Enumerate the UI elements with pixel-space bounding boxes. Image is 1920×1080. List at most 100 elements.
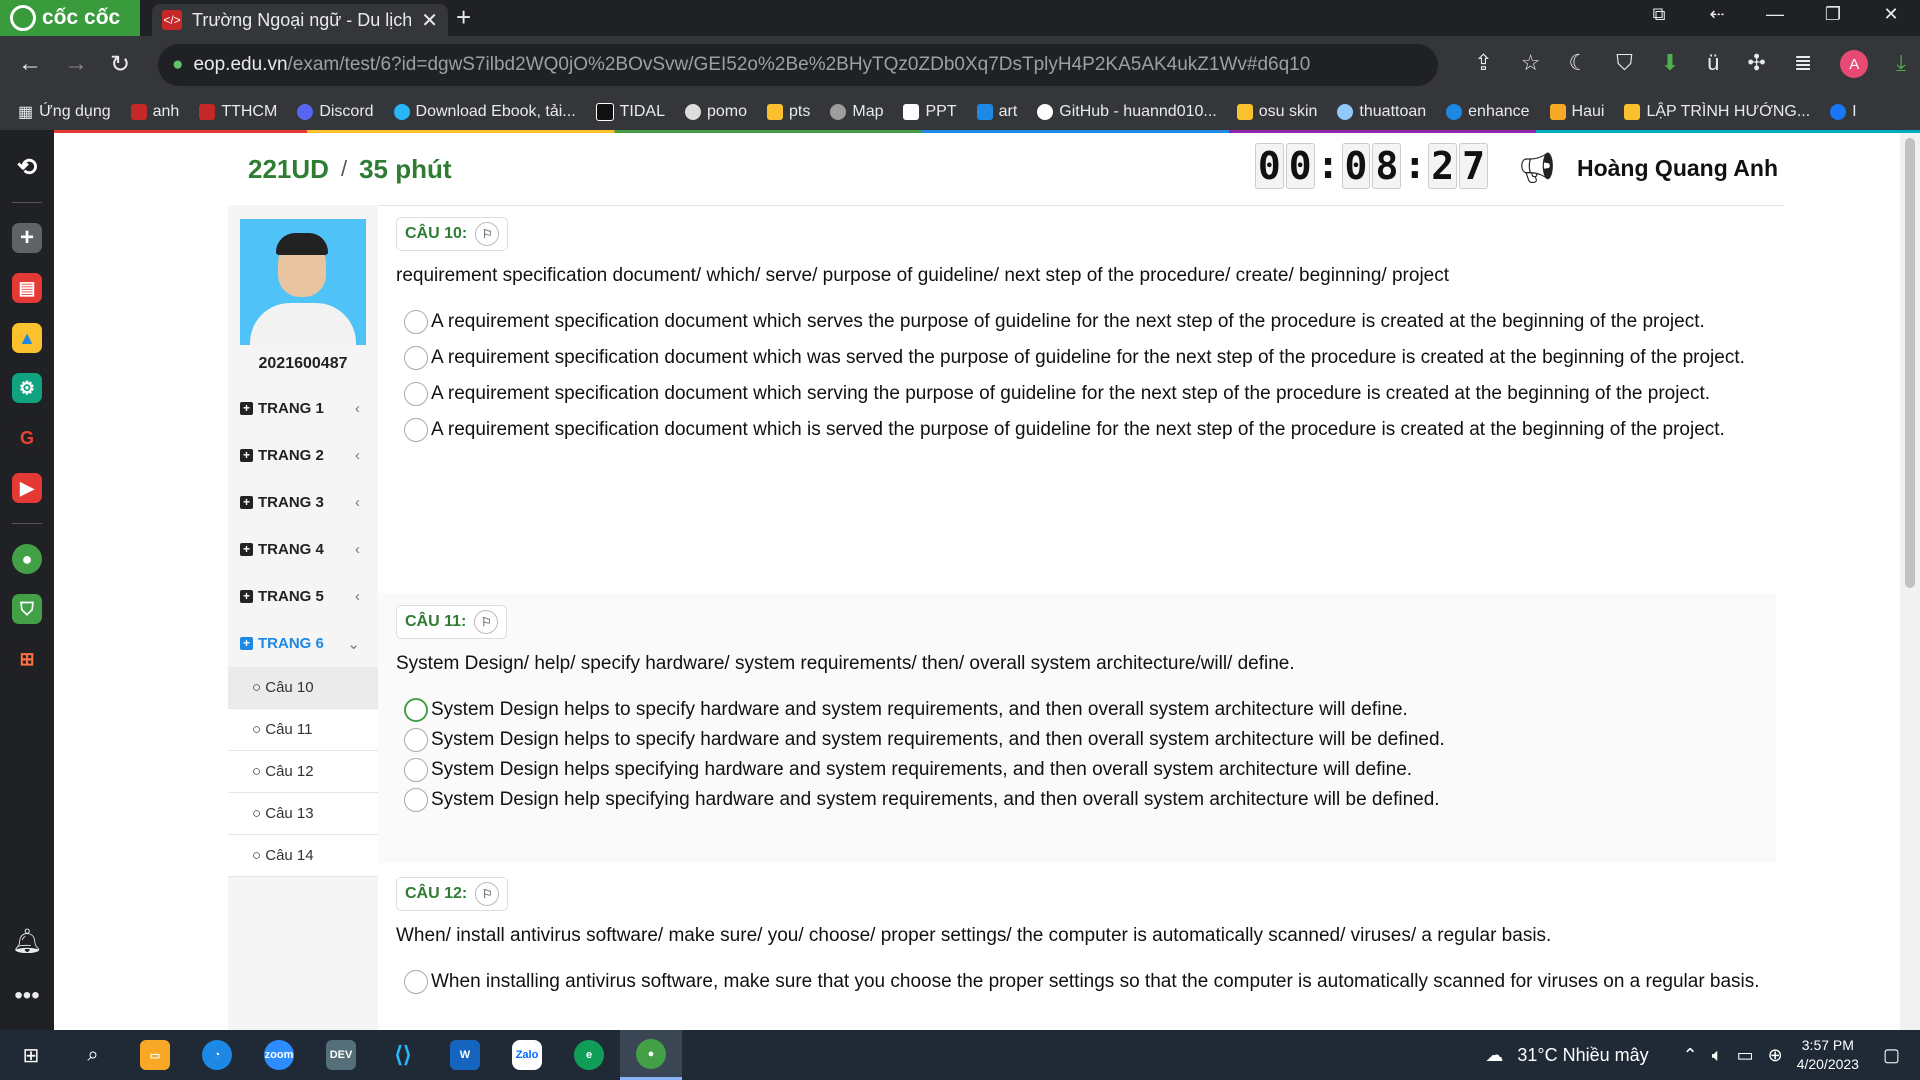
bookmark-item[interactable]: LẬP TRÌNH HƯỚNG...	[1624, 103, 1810, 121]
question-link[interactable]: ○ Câu 11	[228, 709, 378, 751]
drive-app-icon[interactable]: ▲	[12, 323, 42, 353]
page-item[interactable]: + TRANG 4 ‹	[228, 526, 378, 573]
radio-button[interactable]	[404, 787, 428, 812]
taskbar-app[interactable]: Zalo	[496, 1030, 558, 1080]
bookmark-item[interactable]: thuattoan	[1337, 103, 1426, 121]
taskbar-app-active[interactable]: ●	[620, 1030, 682, 1080]
notification-center-icon[interactable]: ▢	[1883, 1045, 1900, 1066]
new-tab-button[interactable]: +	[456, 2, 471, 33]
more-icon[interactable]: •••	[14, 982, 39, 1010]
bookmark-item[interactable]: anh	[130, 103, 179, 121]
answer-option[interactable]: When installing antivirus software, make…	[404, 967, 1776, 997]
extensions-icon[interactable]: ✣	[1747, 50, 1765, 78]
taskbar-app[interactable]: ⟨⟩	[372, 1030, 434, 1080]
bookmark-item[interactable]: TIDAL	[595, 103, 665, 121]
volume-icon[interactable]: 🔈︎	[1712, 1045, 1723, 1066]
radio-button[interactable]	[404, 969, 428, 994]
bookmark-item[interactable]: GitHub - huannd010...	[1037, 103, 1217, 121]
page-item[interactable]: + TRANG 1 ‹	[228, 385, 378, 432]
radio-button[interactable]	[404, 309, 428, 334]
question-link[interactable]: ○ Câu 13	[228, 793, 378, 835]
bookmark-item[interactable]: osu skin	[1236, 103, 1317, 121]
bookmark-item[interactable]: PPT	[903, 103, 957, 121]
history-icon[interactable]: ⟲	[12, 152, 42, 182]
star-icon[interactable]: ☆	[1521, 50, 1541, 78]
answer-option[interactable]: System Design helps to specify hardware …	[404, 725, 1776, 755]
dark-mode-icon[interactable]: ☾	[1568, 50, 1588, 78]
bookmark-item[interactable]: pomo	[684, 103, 747, 121]
add-app-icon[interactable]: +	[12, 223, 42, 253]
google-app-icon[interactable]: G	[12, 423, 42, 453]
minimize-button[interactable]: —	[1746, 4, 1804, 25]
bookmark-apps[interactable]: ▦ Ứng dụng	[18, 102, 111, 122]
page-item[interactable]: + TRANG 2 ‹	[228, 432, 378, 479]
notification-bell-icon[interactable]: 🔔︎	[12, 927, 42, 956]
taskbar-app[interactable]: e	[558, 1030, 620, 1080]
flag-icon[interactable]: ⚐	[475, 222, 500, 246]
profile-avatar[interactable]: A	[1840, 50, 1869, 78]
page-item[interactable]: + TRANG 5 ‹	[228, 573, 378, 620]
chatgpt-app-icon[interactable]: ⚙	[12, 373, 42, 403]
answer-option[interactable]: System Design help specifying hardware a…	[404, 785, 1776, 815]
taskbar-app[interactable]: W	[434, 1030, 496, 1080]
translate-icon[interactable]: ü	[1707, 50, 1719, 78]
taskbar-app[interactable]: ▭	[124, 1030, 186, 1080]
close-window-button[interactable]: ✕	[1862, 4, 1920, 25]
start-button[interactable]: ⊞	[0, 1030, 62, 1080]
flag-icon[interactable]: ⚐	[474, 610, 499, 634]
bookmark-item[interactable]: TTHCM	[199, 103, 277, 121]
shop-app-icon[interactable]: ⊞	[12, 644, 42, 674]
battery-icon[interactable]: ▭	[1737, 1045, 1754, 1066]
forward-arrow-icon[interactable]: →	[64, 50, 88, 78]
maximize-button[interactable]: ❐	[1804, 4, 1862, 25]
search-button[interactable]: ⌕	[62, 1030, 124, 1080]
taskbar-app[interactable]: zoom	[248, 1030, 310, 1080]
downloads-icon[interactable]: ⤓	[1896, 50, 1906, 78]
radio-button[interactable]	[404, 381, 428, 406]
screenshot-icon[interactable]: ⧉	[1630, 4, 1688, 25]
back-history-icon[interactable]: ⇠	[1688, 4, 1746, 25]
radio-button[interactable]	[404, 345, 428, 370]
bookmark-item[interactable]: Map	[830, 103, 883, 121]
scrollbar-thumb[interactable]	[1905, 138, 1915, 588]
game-app-icon[interactable]: ●	[12, 544, 42, 574]
question-link[interactable]: ○ Câu 12	[228, 751, 378, 793]
answer-option[interactable]: A requirement specification document whi…	[404, 343, 1776, 373]
flag-icon[interactable]: ⚐	[475, 882, 500, 906]
answer-option[interactable]: A requirement specification document whi…	[404, 415, 1776, 445]
share-icon[interactable]: ⇪	[1474, 50, 1492, 78]
bookmark-item[interactable]: art	[976, 103, 1017, 121]
bookmark-item[interactable]: I	[1830, 103, 1857, 121]
download-extension-icon[interactable]: ⬇	[1661, 50, 1679, 78]
answer-option[interactable]: A requirement specification document whi…	[404, 379, 1776, 409]
bookmark-item[interactable]: Haui	[1549, 103, 1604, 121]
answer-option[interactable]: System Design helps to specify hardware …	[404, 695, 1776, 725]
language-icon[interactable]: ⊕	[1768, 1045, 1783, 1066]
system-clock[interactable]: 3:57 PM 4/20/2023	[1797, 1036, 1859, 1074]
notes-app-icon[interactable]: ▤	[12, 273, 42, 303]
bookmark-item[interactable]: enhance	[1446, 103, 1530, 121]
radio-button[interactable]	[404, 727, 428, 752]
taskbar-app[interactable]: ◔	[186, 1030, 248, 1080]
question-link[interactable]: ○ Câu 10	[228, 667, 378, 709]
url-field[interactable]: ● eop.edu.vn /exam/test/6?id=dgwS7ilbd2W…	[158, 44, 1438, 86]
weather-text[interactable]: 31°C Nhiều mây	[1517, 1045, 1648, 1066]
answer-option[interactable]: A requirement specification document whi…	[404, 307, 1776, 337]
tray-expand-icon[interactable]: ⌃	[1683, 1045, 1698, 1066]
question-link[interactable]: ○ Câu 14	[228, 835, 378, 877]
browser-tab[interactable]: </> Trường Ngoại ngữ - Du lịch ✕	[152, 4, 448, 36]
shield-icon[interactable]: ⛉	[1616, 50, 1633, 78]
radio-button[interactable]	[404, 757, 428, 782]
reading-list-icon[interactable]: ≣	[1794, 50, 1812, 78]
reload-icon[interactable]: ↻	[110, 50, 130, 79]
page-item-active[interactable]: + TRANG 6 ⌄	[228, 620, 378, 667]
youtube-app-icon[interactable]: ▶	[12, 473, 42, 503]
megaphone-icon[interactable]: 📢︎	[1518, 151, 1556, 186]
radio-button[interactable]	[404, 417, 428, 442]
coccoc-menu-button[interactable]: cốc cốc	[0, 0, 140, 36]
answer-option[interactable]: System Design helps specifying hardware …	[404, 755, 1776, 785]
page-item[interactable]: + TRANG 3 ‹	[228, 479, 378, 526]
page-scrollbar[interactable]	[1900, 133, 1920, 1030]
close-tab-icon[interactable]: ✕	[421, 8, 438, 33]
bookmark-item[interactable]: pts	[767, 103, 810, 121]
